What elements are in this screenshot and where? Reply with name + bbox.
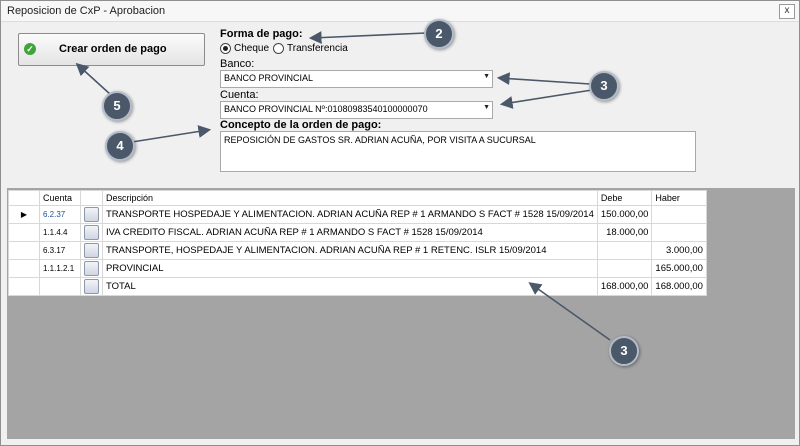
callout-badge: 5 bbox=[102, 91, 132, 121]
arrow-line bbox=[496, 72, 591, 86]
callout-badge: 3 bbox=[589, 71, 619, 101]
arrow-line bbox=[499, 89, 593, 109]
arrow-line bbox=[308, 31, 427, 44]
callout-badge: 4 bbox=[105, 131, 135, 161]
annotation-arrows bbox=[75, 31, 611, 341]
arrow-line bbox=[528, 282, 611, 341]
arrow-line bbox=[131, 125, 212, 143]
callout-badge: 2 bbox=[424, 19, 454, 49]
callout-badge: 3 bbox=[609, 336, 639, 366]
arrow-line bbox=[75, 62, 112, 96]
